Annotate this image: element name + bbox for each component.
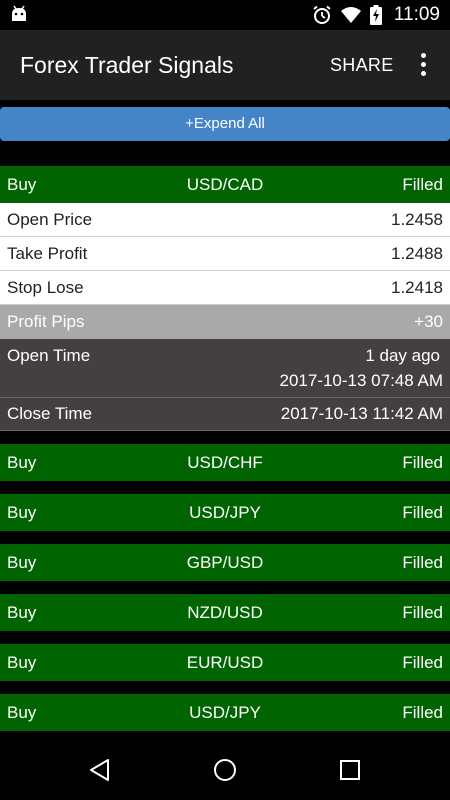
- wifi-icon: [340, 7, 361, 23]
- signal-status: Filled: [402, 175, 443, 194]
- signal-row[interactable]: Buy USD/JPY Filled: [0, 494, 450, 531]
- battery-charging-icon: [369, 5, 382, 25]
- signal-status: Filled: [402, 603, 443, 622]
- android-icon: [12, 5, 26, 21]
- recents-icon[interactable]: [339, 759, 361, 781]
- open-time-row: Open Time 1 day ago 2017-10-13 07:48 AM: [0, 339, 450, 398]
- signal-row[interactable]: Buy NZD/USD Filled: [0, 594, 450, 631]
- signal-status: Filled: [402, 553, 443, 572]
- alarm-icon: [313, 5, 331, 24]
- signal-row-usd-cad[interactable]: Buy USD/CAD Filled: [0, 166, 450, 203]
- back-icon[interactable]: [88, 758, 112, 782]
- open-price-value: 1.2458: [391, 210, 443, 229]
- expand-all-button[interactable]: +Expend All: [0, 107, 450, 141]
- profit-pips-label: Profit Pips: [7, 312, 85, 331]
- signal-status: Filled: [402, 453, 443, 472]
- stop-lose-row: Stop Lose 1.2418: [0, 271, 450, 305]
- signal-row[interactable]: Buy USD/JPY Filled: [0, 694, 450, 731]
- signal-pair: USD/JPY: [189, 703, 261, 722]
- profit-pips-value: +30: [414, 312, 443, 331]
- signal-row[interactable]: Buy EUR/USD Filled: [0, 644, 450, 681]
- close-time-value: 2017-10-13 11:42 AM: [280, 404, 443, 423]
- app-title: Forex Trader Signals: [20, 52, 234, 78]
- close-time-label: Close Time: [7, 404, 93, 423]
- signal-pair: NZD/USD: [187, 603, 263, 622]
- share-button[interactable]: SHARE: [330, 55, 394, 76]
- stop-lose-value: 1.2418: [391, 278, 443, 297]
- open-price-label: Open Price: [7, 210, 93, 229]
- take-profit-label: Take Profit: [7, 244, 88, 263]
- signal-pair: EUR/USD: [186, 653, 264, 672]
- navigation-bar: [0, 740, 450, 800]
- signal-status: Filled: [402, 503, 443, 522]
- status-bar: 11:09: [0, 0, 450, 30]
- open-price-row: Open Price 1.2458: [0, 203, 450, 237]
- signal-row[interactable]: Buy GBP/USD Filled: [0, 544, 450, 581]
- signal-status: Filled: [402, 653, 443, 672]
- open-time-value: 2017-10-13 07:48 AM: [279, 371, 443, 390]
- more-vert-icon[interactable]: [418, 53, 428, 79]
- stop-lose-label: Stop Lose: [7, 278, 84, 297]
- take-profit-value: 1.2488: [391, 244, 443, 263]
- signal-status: Filled: [402, 703, 443, 722]
- signal-pair: USD/JPY: [189, 503, 261, 522]
- status-time: 11:09: [393, 4, 440, 25]
- open-time-label: Open Time: [7, 346, 91, 365]
- take-profit-row: Take Profit 1.2488: [0, 237, 450, 271]
- app-bar: Forex Trader Signals SHARE: [0, 30, 450, 100]
- close-time-row: Close Time 2017-10-13 11:42 AM: [0, 398, 450, 431]
- home-icon[interactable]: [213, 758, 237, 782]
- open-time-relative: 1 day ago: [365, 346, 440, 365]
- profit-pips-row: Profit Pips +30: [0, 305, 450, 339]
- signal-row[interactable]: Buy USD/CHF Filled: [0, 444, 450, 481]
- signal-pair: GBP/USD: [186, 553, 264, 572]
- signal-pair: USD/CAD: [186, 175, 264, 194]
- signal-pair: USD/CHF: [187, 453, 263, 472]
